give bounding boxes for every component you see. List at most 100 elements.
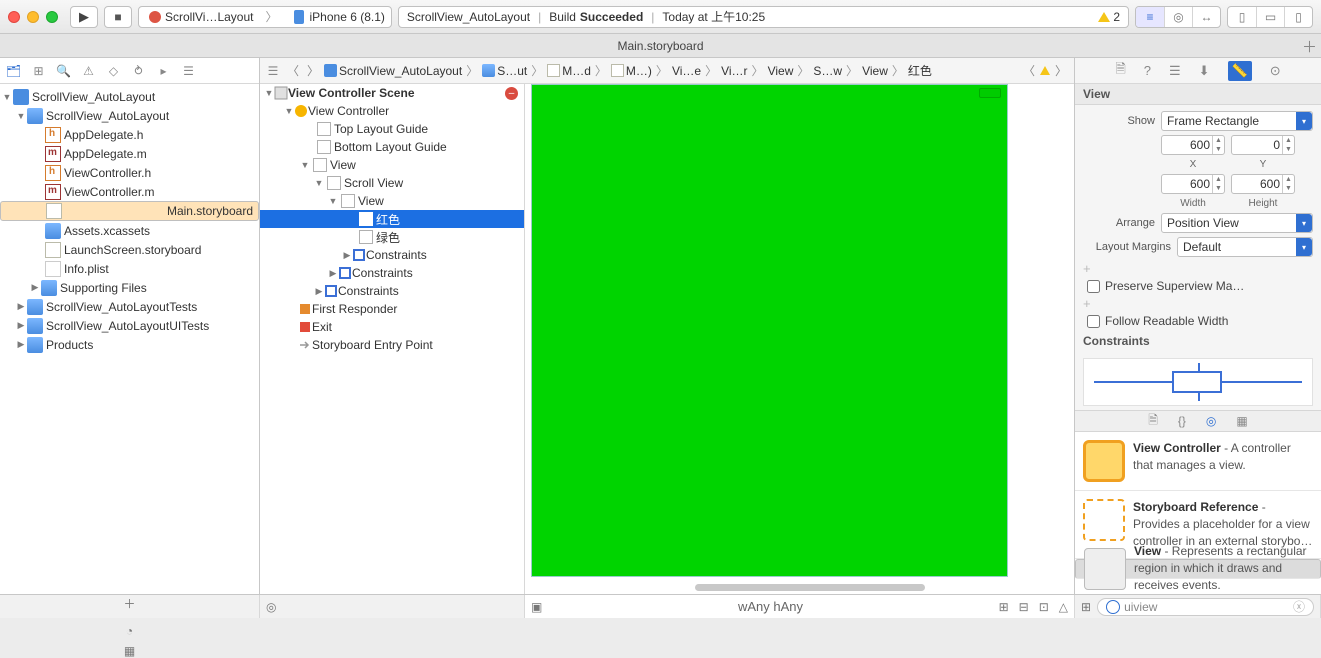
document-outline[interactable]: ▼View Controller Scene– ▼View Controller…	[260, 84, 525, 594]
breadcrumb[interactable]: ScrollView_AutoLayout〉 S…ut〉 M…d〉 M…)〉 V…	[324, 62, 932, 79]
scene-delete-icon[interactable]: –	[505, 87, 518, 100]
outline-content-view[interactable]: ▼View	[260, 192, 524, 210]
stepper-icon[interactable]: ▲▼	[1282, 136, 1294, 154]
scheme-selector[interactable]: ScrollVi…Layout 〉 iPhone 6 (8.1)	[138, 6, 392, 28]
size-inspector-icon[interactable]: 📏	[1228, 61, 1252, 81]
outline-exit[interactable]: Exit	[260, 318, 524, 336]
file-template-library-icon[interactable]: 🗎	[1148, 411, 1158, 432]
library-tabs[interactable]: 🗎 {} ◎ ▦	[1075, 410, 1321, 432]
toggle-outline-button[interactable]: ▣	[531, 600, 542, 614]
outline-root-view[interactable]: ▼View	[260, 156, 524, 174]
warnings-badge[interactable]: 2	[1098, 10, 1120, 24]
related-items-icon[interactable]: ☰	[264, 64, 282, 78]
file-launch-storyboard[interactable]: LaunchScreen.storyboard	[0, 240, 259, 259]
panel-toggle-segmented[interactable]: ▯ ▭ ▯	[1227, 6, 1313, 28]
file-main-storyboard[interactable]: Main.storyboard	[0, 201, 259, 221]
height-field[interactable]: 600▲▼	[1231, 174, 1295, 194]
jump-prev-issue[interactable]: 〈	[1020, 62, 1038, 79]
project-tree[interactable]: ▼ScrollView_AutoLayout ▼ScrollView_AutoL…	[0, 84, 259, 594]
run-button[interactable]: ▶	[70, 6, 98, 28]
follow-readable-checkbox[interactable]: Follow Readable Width	[1087, 314, 1313, 328]
stepper-icon[interactable]: ▲▼	[1282, 175, 1294, 193]
back-button[interactable]: 〈	[284, 62, 302, 79]
object-library-list[interactable]: View Controller - A controller that mana…	[1075, 432, 1321, 594]
file-inspector-icon[interactable]: 🗎	[1115, 60, 1125, 82]
group-uitests[interactable]: ▶ScrollView_AutoLayoutUITests	[0, 316, 259, 335]
version-editor-icon[interactable]: ↔	[1192, 7, 1220, 27]
report-navigator-icon[interactable]: ☰	[181, 63, 196, 78]
canvas-device-view[interactable]	[531, 84, 1008, 577]
stepper-icon[interactable]: ▲▼	[1212, 136, 1224, 154]
y-field[interactable]: 0▲▼	[1231, 135, 1295, 155]
group-supporting[interactable]: ▶Supporting Files	[0, 278, 259, 297]
connections-inspector-icon[interactable]: ⊙	[1270, 63, 1281, 79]
navigator-tabs[interactable]: 🗂 ⊞ 🔍 ⚠ ◇ ⥁ ▸ ☰	[0, 58, 259, 84]
toggle-navigator-icon[interactable]: ▯	[1228, 7, 1256, 27]
layout-margins-select[interactable]: Default▾	[1177, 237, 1313, 257]
file-appdelegate-m[interactable]: AppDelegate.m	[0, 144, 259, 163]
outline-green-view[interactable]: 绿色	[260, 228, 524, 246]
group-app[interactable]: ▼ScrollView_AutoLayout	[0, 106, 259, 125]
issue-navigator-icon[interactable]: ⚠	[81, 63, 96, 78]
outline-entry-point[interactable]: Storyboard Entry Point	[260, 336, 524, 354]
outline-vc[interactable]: ▼View Controller	[260, 102, 524, 120]
filter-icon[interactable]: ◎	[266, 600, 276, 614]
filter-recent-icon[interactable]: ◔	[126, 624, 133, 638]
outline-red-view[interactable]: 红色	[260, 210, 524, 228]
outline-constraints-inner[interactable]: ▶Constraints	[260, 246, 524, 264]
group-tests[interactable]: ▶ScrollView_AutoLayoutTests	[0, 297, 259, 316]
size-class-label[interactable]: wAny hAny	[548, 599, 992, 614]
x-field[interactable]: 600▲▼	[1161, 135, 1225, 155]
canvas-h-scrollbar[interactable]	[695, 584, 925, 591]
zoom-window-button[interactable]	[46, 11, 58, 23]
forward-button[interactable]: 〉	[304, 62, 322, 79]
filter-scm-icon[interactable]: ▦	[124, 644, 135, 658]
width-field[interactable]: 600▲▼	[1161, 174, 1225, 194]
outline-first-responder[interactable]: First Responder	[260, 300, 524, 318]
outline-bottom-guide[interactable]: Bottom Layout Guide	[260, 138, 524, 156]
library-filter-field[interactable]: uiview ⓧ	[1097, 598, 1314, 616]
project-root[interactable]: ▼ScrollView_AutoLayout	[0, 87, 259, 106]
add-button[interactable]: ＋	[123, 595, 135, 612]
file-vc-m[interactable]: ViewController.m	[0, 182, 259, 201]
checkbox-icon[interactable]	[1087, 315, 1100, 328]
minimize-window-button[interactable]	[27, 11, 39, 23]
close-window-button[interactable]	[8, 11, 20, 23]
file-appdelegate-h[interactable]: AppDelegate.h	[0, 125, 259, 144]
new-tab-button[interactable]: ＋	[1302, 36, 1317, 57]
constraints-diagram[interactable]	[1083, 358, 1313, 406]
inspector-tabs[interactable]: 🗎 ? ☰ ⬇ 📏 ⊙	[1075, 58, 1321, 84]
outline-constraints-root[interactable]: ▶Constraints	[260, 282, 524, 300]
file-info-plist[interactable]: Info.plist	[0, 259, 259, 278]
toggle-utilities-icon[interactable]: ▯	[1284, 7, 1312, 27]
show-select[interactable]: Frame Rectangle▾	[1161, 111, 1313, 131]
warning-icon[interactable]	[1040, 66, 1050, 75]
project-navigator-icon[interactable]: 🗂	[6, 63, 21, 78]
group-products[interactable]: ▶Products	[0, 335, 259, 354]
jump-next-issue[interactable]: 〉	[1052, 62, 1070, 79]
attributes-inspector-icon[interactable]: ⬇	[1199, 63, 1210, 79]
stack-button[interactable]: ⊞	[999, 600, 1009, 614]
checkbox-icon[interactable]	[1087, 280, 1100, 293]
object-library-icon[interactable]: ◎	[1206, 414, 1216, 428]
file-assets[interactable]: Assets.xcassets	[0, 221, 259, 240]
help-inspector-icon[interactable]: ?	[1144, 63, 1151, 78]
breakpoint-navigator-icon[interactable]: ▸	[156, 63, 171, 78]
clear-filter-button[interactable]: ⓧ	[1293, 598, 1305, 615]
pin-button[interactable]: ⊡	[1039, 600, 1049, 614]
media-library-icon[interactable]: ▦	[1236, 414, 1247, 428]
ib-canvas[interactable]	[525, 84, 1074, 594]
align-button[interactable]: ⊟	[1019, 600, 1029, 614]
stop-button[interactable]: ■	[104, 6, 132, 28]
outline-scrollview[interactable]: ▼Scroll View	[260, 174, 524, 192]
stepper-icon[interactable]: ▲▼	[1212, 175, 1224, 193]
code-snippet-library-icon[interactable]: {}	[1178, 414, 1186, 428]
toggle-debug-icon[interactable]: ▭	[1256, 7, 1284, 27]
preserve-superview-checkbox[interactable]: Preserve Superview Ma…	[1087, 279, 1313, 293]
outline-constraints-scroll[interactable]: ▶Constraints	[260, 264, 524, 282]
test-navigator-icon[interactable]: ◇	[106, 63, 121, 78]
library-item-view[interactable]: View - Represents a rectangular region i…	[1075, 559, 1321, 579]
resolve-issues-button[interactable]: △	[1059, 600, 1068, 614]
find-navigator-icon[interactable]: 🔍	[56, 63, 71, 78]
outline-top-guide[interactable]: Top Layout Guide	[260, 120, 524, 138]
